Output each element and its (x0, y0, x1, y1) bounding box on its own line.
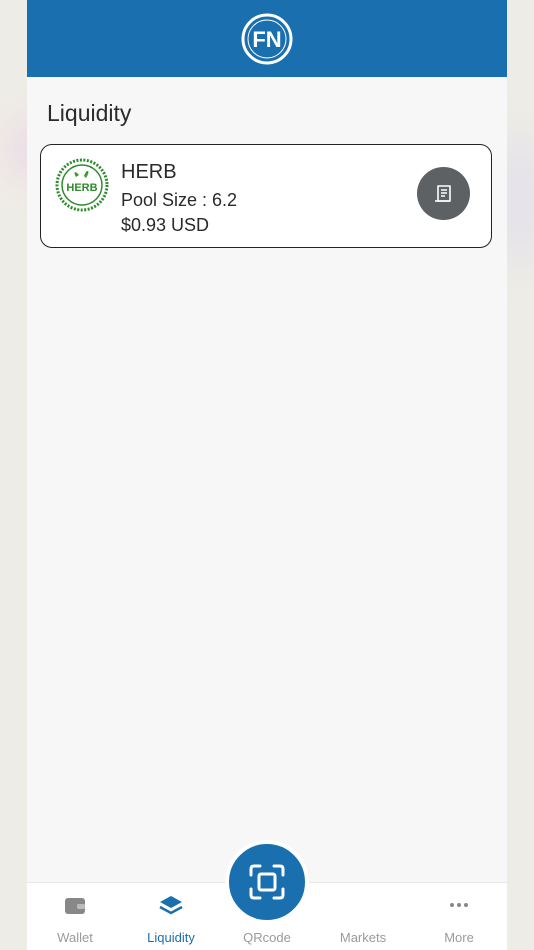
app-screen: FN Liquidity HERB HERB Pool Size : 6.2 $… (27, 0, 507, 950)
wallet-icon (65, 898, 85, 914)
nav-wallet-label: Wallet (57, 930, 93, 945)
nav-markets[interactable]: Markets (315, 883, 411, 950)
app-logo: FN (241, 13, 293, 64)
page-title: Liquidity (47, 100, 132, 126)
nav-qrcode-label: QRcode (243, 930, 291, 945)
nav-liquidity-label: Liquidity (147, 930, 195, 945)
top-bar: FN (27, 0, 507, 77)
pool-card[interactable]: HERB HERB Pool Size : 6.2 $0.93 USD (40, 144, 492, 248)
nav-wallet[interactable]: Wallet (27, 883, 123, 950)
pool-size: Pool Size : 6.2 (121, 190, 238, 210)
scan-icon (249, 864, 285, 900)
layers-icon (159, 896, 183, 915)
nav-more-label: More (444, 930, 474, 945)
pool-detail-button[interactable] (417, 167, 470, 220)
app-logo-text: FN (252, 27, 281, 52)
nav-liquidity[interactable]: Liquidity (123, 883, 219, 950)
more-icon (450, 903, 468, 907)
pool-value-usd: $0.93 USD (121, 215, 210, 235)
herb-logo-text: HERB (66, 182, 97, 194)
qrcode-scan-button[interactable] (225, 840, 309, 924)
receipt-icon (434, 184, 451, 202)
pool-token-name: HERB (121, 161, 177, 183)
nav-markets-label: Markets (339, 930, 387, 945)
nav-more[interactable]: More (411, 883, 507, 950)
herb-token-logo: HERB (55, 158, 109, 212)
